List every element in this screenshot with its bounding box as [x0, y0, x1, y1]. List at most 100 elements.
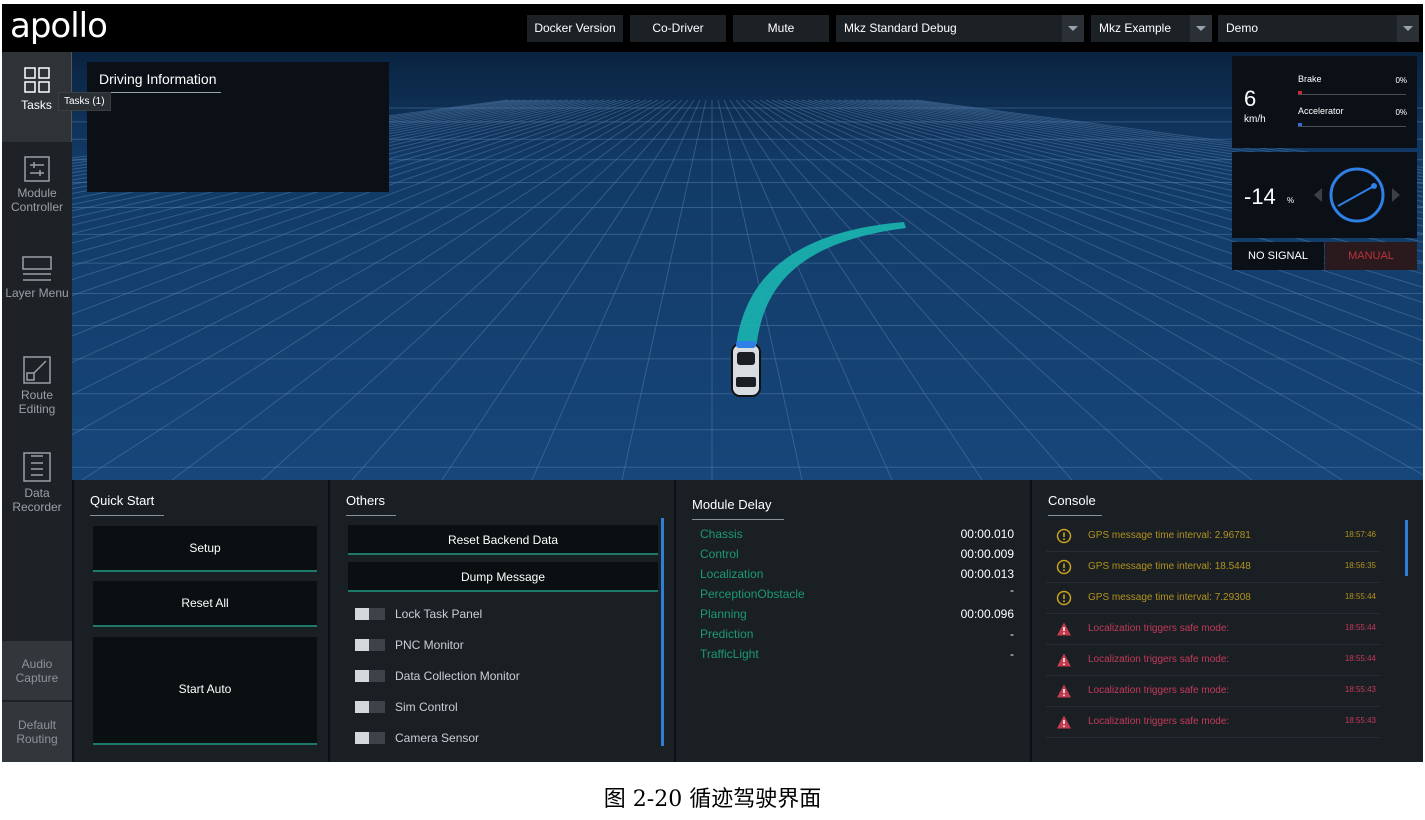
- module-delay-value: -: [1010, 627, 1014, 641]
- dump-message-button[interactable]: Dump Message: [348, 562, 658, 592]
- console-row: Localization triggers safe mode: 18:55:43: [1046, 706, 1380, 738]
- sidebar-item-audio-capture[interactable]: Audio Capture: [2, 640, 72, 700]
- others-title: Others: [346, 493, 386, 508]
- console-timestamp: 18:55:44: [1344, 654, 1376, 663]
- vehicle-select[interactable]: Mkz Example: [1091, 15, 1212, 42]
- console-message: GPS message time interval: 2.96781: [1088, 530, 1251, 541]
- console-timestamp: 18:55:43: [1344, 685, 1376, 694]
- title-underline: [99, 92, 221, 93]
- toggle-label: Camera Sensor: [395, 731, 480, 745]
- console-row: Localization triggers safe mode: 18:55:44: [1046, 613, 1380, 645]
- data-collection-monitor-toggle[interactable]: [355, 670, 385, 682]
- speed-unit: km/h: [1244, 114, 1266, 125]
- title-underline: [692, 519, 784, 520]
- sidebar-item-layer-menu[interactable]: Layer Menu: [2, 256, 72, 336]
- vehicle-select-value: Mkz Example: [1099, 21, 1172, 35]
- error-triangle-icon: [1057, 715, 1071, 729]
- sidebar: Tasks Module Controller Layer Menu Route…: [2, 52, 72, 762]
- pnc-monitor-toggle[interactable]: [355, 639, 385, 651]
- accelerator-value: 0%: [1395, 108, 1407, 117]
- module-delay-panel: Module Delay Chassis 00:00.010 Control 0…: [676, 480, 1030, 762]
- console-row: GPS message time interval: 7.29308 18:55:…: [1046, 582, 1380, 614]
- console-timestamp: 18:56:35: [1344, 561, 1376, 570]
- lock-task-panel-toggle[interactable]: [355, 608, 385, 620]
- start-auto-button[interactable]: Start Auto: [93, 637, 317, 745]
- steering-value: -14: [1244, 184, 1276, 209]
- driving-information-title: Driving Information: [99, 71, 217, 87]
- sim-control-toggle[interactable]: [355, 701, 385, 713]
- console-scrollbar[interactable]: [1405, 520, 1408, 576]
- error-triangle-icon: [1057, 653, 1071, 667]
- mute-button[interactable]: Mute: [733, 15, 829, 42]
- quick-start-panel: Quick Start Setup Reset All Start Auto: [74, 480, 328, 762]
- console-timestamp: 18:55:44: [1344, 592, 1376, 601]
- module-controller-icon: [24, 156, 50, 182]
- signal-status: NO SIGNAL MANUAL: [1232, 242, 1417, 270]
- chevron-down-icon: [1190, 15, 1212, 42]
- warning-circle-icon: [1056, 528, 1072, 544]
- data-recorder-icon: [23, 452, 51, 482]
- module-name: PerceptionObstacle: [700, 587, 805, 601]
- console-message: GPS message time interval: 7.29308: [1088, 592, 1251, 603]
- module-name: Planning: [700, 607, 747, 621]
- co-driver-button[interactable]: Co-Driver: [630, 15, 726, 42]
- speed-panel: 6 km/h Brake 0% Accelerator 0%: [1232, 56, 1417, 148]
- reset-all-button[interactable]: Reset All: [93, 581, 317, 627]
- map-select[interactable]: Demo: [1218, 15, 1419, 42]
- sidebar-item-label: Module Controller: [10, 186, 64, 214]
- drive-mode-badge: MANUAL: [1325, 242, 1417, 270]
- others-scrollbar[interactable]: [661, 518, 664, 746]
- console-row: GPS message time interval: 18.5448 18:56:…: [1046, 551, 1380, 583]
- toggle-label: Data Collection Monitor: [395, 669, 520, 683]
- brake-value: 0%: [1395, 76, 1407, 85]
- sidebar-item-data-recorder[interactable]: Data Recorder: [2, 452, 72, 532]
- sidebar-item-label: Audio Capture: [15, 657, 59, 685]
- setup-button[interactable]: Setup: [93, 526, 317, 572]
- warning-circle-icon: [1056, 590, 1072, 606]
- quick-start-title: Quick Start: [90, 493, 155, 508]
- console-timestamp: 18:55:43: [1344, 716, 1376, 725]
- sidebar-item-module-controller[interactable]: Module Controller: [2, 156, 72, 236]
- console-message: Localization triggers safe mode:: [1088, 654, 1230, 665]
- apollo-logo: apollo: [10, 6, 108, 46]
- warning-circle-icon: [1056, 559, 1072, 575]
- module-name: Control: [700, 547, 739, 561]
- brake-label: Brake: [1298, 74, 1322, 84]
- docker-version-button[interactable]: Docker Version: [527, 15, 623, 42]
- module-name: Localization: [700, 567, 764, 581]
- title-underline: [346, 515, 396, 516]
- module-delay-value: 00:00.010: [960, 527, 1014, 541]
- module-delay-title: Module Delay: [692, 497, 772, 512]
- accelerator-bar: [1298, 126, 1406, 127]
- console-panel: Console GPS message time interval: 2.967…: [1032, 480, 1423, 762]
- accelerator-label: Accelerator: [1298, 106, 1344, 116]
- module-delay-value: 00:00.096: [960, 607, 1014, 621]
- others-panel: Others Reset Backend Data Dump Message L…: [330, 480, 674, 762]
- module-delay-value: 00:00.013: [960, 567, 1014, 581]
- console-message: GPS message time interval: 18.5448: [1088, 561, 1251, 572]
- mode-select-value: Mkz Standard Debug: [844, 21, 957, 35]
- sidebar-item-label: Default Routing: [16, 718, 58, 746]
- console-message: Localization triggers safe mode:: [1088, 623, 1230, 634]
- console-row: Localization triggers safe mode: 18:55:43: [1046, 675, 1380, 707]
- toggle-label: Sim Control: [395, 700, 458, 714]
- module-name: Prediction: [700, 627, 754, 641]
- reset-backend-data-button[interactable]: Reset Backend Data: [348, 525, 658, 555]
- camera-sensor-toggle[interactable]: [355, 732, 385, 744]
- sidebar-item-route-editing[interactable]: Route Editing: [2, 356, 72, 436]
- sidebar-item-default-routing[interactable]: Default Routing: [2, 701, 72, 762]
- tasks-tooltip: Tasks (1): [58, 92, 111, 111]
- steering-unit: %: [1287, 196, 1295, 205]
- speed-value: 6: [1244, 86, 1257, 111]
- title-underline: [90, 515, 164, 516]
- console-row: GPS message time interval: 2.96781 18:57:…: [1046, 520, 1380, 552]
- brake-bar: [1298, 94, 1406, 95]
- route-editing-icon: [23, 356, 51, 384]
- console-timestamp: 18:57:46: [1344, 530, 1376, 539]
- tasks-grid-icon: [23, 67, 50, 93]
- sidebar-item-label: Tasks: [21, 98, 52, 112]
- sidebar-item-label: Route Editing: [18, 388, 56, 416]
- mode-select[interactable]: Mkz Standard Debug: [836, 15, 1084, 42]
- module-delay-value: -: [1010, 583, 1014, 597]
- console-message: Localization triggers safe mode:: [1088, 685, 1230, 696]
